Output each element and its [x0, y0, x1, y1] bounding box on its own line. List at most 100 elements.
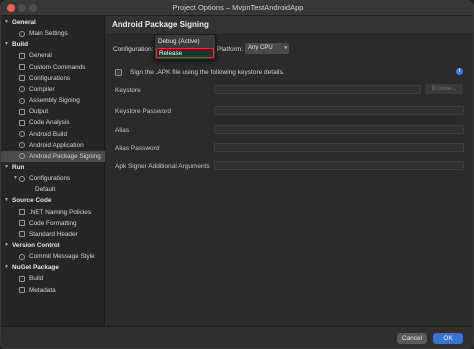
- sign-apk-label: Sign the .APK file using the following k…: [130, 68, 285, 76]
- project-options-window: Project Options – MvpnTestAndroidApp ▼ Ge…: [0, 0, 474, 349]
- sidebar-item-label: Android Build: [29, 130, 68, 138]
- sidebar-group[interactable]: ▼ Version Control: [1, 240, 105, 251]
- configuration-dropdown-menu: Debug (Active) Release: [154, 34, 216, 60]
- sidebar-item[interactable]: Commit Message Style: [1, 251, 105, 262]
- sidebar-item-label: Code Formatting: [29, 219, 77, 227]
- sidebar-item[interactable]: Standard Header: [1, 229, 105, 240]
- keystore-input[interactable]: [214, 85, 421, 94]
- sidebar-group-label: NuGet Package: [12, 264, 59, 272]
- ok-button[interactable]: OK: [433, 333, 463, 344]
- options-sidebar: ▼ General Main Settings ▼ Build General Custom…: [1, 16, 105, 326]
- sidebar-group[interactable]: ▼ Source Code: [1, 195, 105, 206]
- sign-apk-row: Sign the .APK file using the following k…: [114, 68, 469, 78]
- sidebar-group-label: General: [12, 19, 36, 26]
- sidebar-group-label: Build: [12, 41, 28, 49]
- disclosure-triangle-icon[interactable]: ▼: [4, 240, 9, 251]
- apk-signer-arguments-label: Apk Signer Additional Arguments: [115, 163, 210, 170]
- document-icon: [19, 231, 25, 238]
- sidebar-item[interactable]: Build: [1, 273, 105, 284]
- gear-icon: [19, 86, 25, 93]
- sidebar-item[interactable]: Main Settings: [1, 28, 105, 39]
- sidebar-item[interactable]: ▼ Configurations: [1, 173, 105, 184]
- sidebar-item[interactable]: Configurations: [1, 73, 105, 84]
- sidebar-item[interactable]: Custom Commands: [1, 62, 105, 73]
- keystore-label: Keystore: [115, 87, 141, 94]
- configuration-option-release-label: Release: [159, 49, 183, 57]
- sidebar-item-label: Android Package Signing: [29, 152, 101, 160]
- cancel-button[interactable]: Cancel: [397, 333, 427, 344]
- disclosure-triangle-icon[interactable]: ▼: [4, 195, 9, 206]
- sidebar-item-label: Configurations: [29, 74, 71, 82]
- sidebar-item-label: Commit Message Style: [29, 253, 95, 261]
- sign-apk-checkbox[interactable]: [115, 68, 122, 76]
- settings-icon: [19, 30, 25, 37]
- browse-button[interactable]: Browse...: [425, 84, 463, 94]
- sidebar-item[interactable]: Default: [1, 184, 105, 195]
- disclosure-triangle-icon[interactable]: ▼: [4, 162, 9, 173]
- sidebar-item[interactable]: Metadata: [1, 285, 105, 296]
- sidebar-item[interactable]: Assembly Signing: [1, 95, 105, 106]
- output-icon: [19, 108, 25, 115]
- sidebar-item-label: Android Application: [29, 141, 84, 149]
- platform-label: Platform:: [217, 46, 244, 53]
- sidebar-item[interactable]: Output: [1, 106, 105, 117]
- configurations-icon: [19, 75, 25, 82]
- sidebar-item-label: Configurations: [29, 175, 71, 183]
- platform-select[interactable]: Any CPU ▾: [245, 43, 289, 54]
- sidebar-group-label: Source Code: [12, 197, 52, 205]
- dialog-footer: Cancel OK: [1, 326, 473, 348]
- gear-icon: [19, 253, 25, 260]
- keystore-password-label: Keystore Password: [115, 108, 171, 115]
- alias-label: Alias: [115, 127, 130, 134]
- sidebar-item-label: Compiler: [29, 85, 55, 93]
- sidebar-group[interactable]: ▼ General: [1, 17, 105, 28]
- disclosure-triangle-icon[interactable]: ▼: [13, 173, 18, 184]
- sidebar-group-label: Run: [12, 163, 25, 171]
- disclosure-triangle-icon[interactable]: ▼: [4, 17, 9, 28]
- document-icon: [19, 220, 25, 227]
- sidebar-item-label: .NET Naming Policies: [29, 208, 92, 216]
- gear-icon: [19, 97, 25, 104]
- panel-title: Android Package Signing: [112, 20, 209, 29]
- sidebar-item-label: Metadata: [29, 286, 56, 294]
- sidebar-group[interactable]: ▼ NuGet Package: [1, 262, 105, 273]
- build-icon: [19, 52, 25, 59]
- document-icon: [19, 287, 25, 294]
- disclosure-triangle-icon[interactable]: ▼: [4, 39, 9, 50]
- alias-password-label: Alias Password: [115, 145, 160, 152]
- window-title: Project Options – MvpnTestAndroidApp: [172, 3, 304, 12]
- sidebar-group[interactable]: ▼ Run: [1, 162, 105, 173]
- sidebar-item[interactable]: .NET Naming Policies: [1, 207, 105, 218]
- sidebar-item-label: Build: [29, 275, 44, 283]
- panel-header: Android Package Signing: [106, 16, 473, 35]
- keystore-password-input[interactable]: [214, 106, 464, 115]
- terminal-icon: [19, 64, 25, 71]
- sidebar-item[interactable]: Android Package Signing: [1, 150, 105, 162]
- apk-signer-arguments-input[interactable]: [214, 161, 464, 170]
- gear-icon: [19, 142, 25, 149]
- sidebar-item[interactable]: Code Analysis: [1, 117, 105, 128]
- document-icon: [19, 275, 25, 282]
- sidebar-item[interactable]: General: [1, 50, 105, 61]
- alias-password-input[interactable]: [214, 143, 464, 152]
- sidebar-item-label: General: [29, 52, 52, 60]
- configuration-label: Configuration:: [113, 46, 154, 53]
- document-icon: [19, 209, 25, 216]
- sidebar-item[interactable]: Android Application: [1, 140, 105, 151]
- alias-input[interactable]: [214, 125, 464, 134]
- configuration-option-release[interactable]: Release: [156, 48, 214, 58]
- sidebar-item[interactable]: Compiler: [1, 84, 105, 95]
- sidebar-item-label: Standard Header: [29, 230, 78, 238]
- code-analysis-icon: [19, 119, 25, 126]
- sidebar-item[interactable]: Android Build: [1, 129, 105, 140]
- sidebar-group[interactable]: ▼ Build: [1, 39, 105, 50]
- gear-icon: [19, 131, 25, 137]
- options-panel: Android Package Signing Configuration: P…: [106, 16, 473, 326]
- configuration-option-debug[interactable]: Debug (Active): [158, 38, 200, 45]
- info-icon[interactable]: i: [456, 68, 463, 75]
- sidebar-item-label: Custom Commands: [29, 63, 86, 71]
- sidebar-group-label: Version Control: [12, 242, 60, 249]
- sidebar-item-label: Output: [29, 108, 49, 116]
- disclosure-triangle-icon[interactable]: ▼: [4, 262, 9, 273]
- sidebar-item[interactable]: Code Formatting: [1, 218, 105, 229]
